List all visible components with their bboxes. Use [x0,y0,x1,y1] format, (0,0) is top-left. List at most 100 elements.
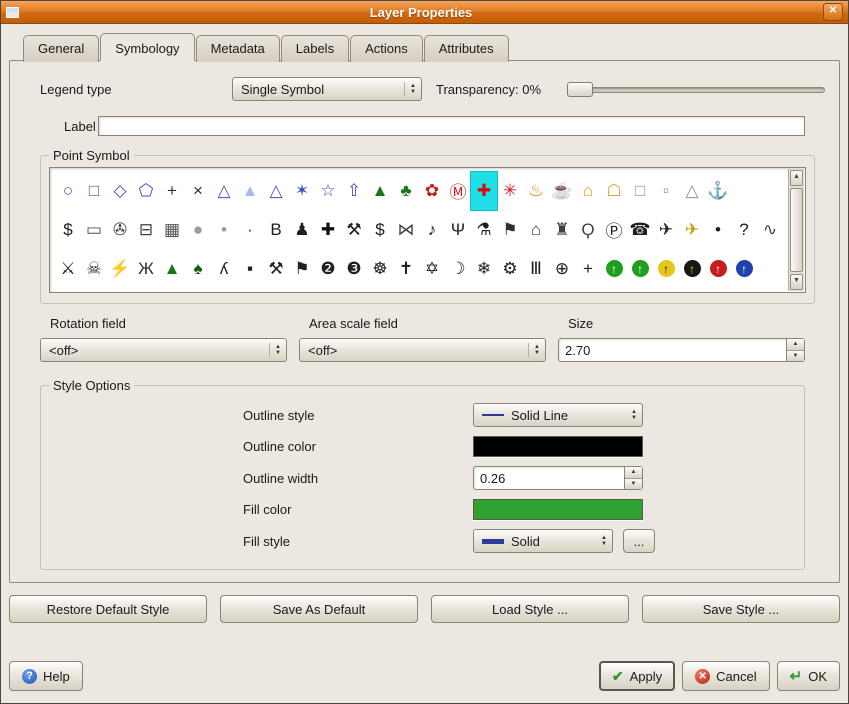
scroll-up-icon[interactable] [790,170,803,186]
symbol[interactable]: ✚ [315,211,341,249]
outline-color-button[interactable] [473,436,643,457]
symbol[interactable]: ⇧ [341,172,367,210]
symbol[interactable]: ↑ [705,250,731,288]
symbol[interactable]: ✳ [497,172,523,210]
symbol[interactable]: ♜ [549,211,575,249]
symbol[interactable]: ⚙ [497,250,523,288]
apply-button[interactable]: ✔ Apply [599,661,675,691]
tab-symbology[interactable]: Symbology [100,33,194,61]
symbol[interactable]: ✿ [419,172,445,210]
symbol[interactable]: ☠ [81,250,107,288]
symbol[interactable]: ▲ [159,250,185,288]
fill-style-combobox[interactable]: Solid [473,529,613,553]
symbol[interactable]: ⚗ [471,211,497,249]
load-style-button[interactable]: Load Style ... [431,595,629,623]
slider-handle[interactable] [567,82,593,97]
symbol[interactable]: ⌂ [575,172,601,210]
rotation-field-combobox[interactable]: <off> [40,338,287,362]
symbol[interactable]: ⚑ [289,250,315,288]
symbol[interactable]: ◇ [107,172,133,210]
close-icon[interactable]: ✕ [823,3,843,21]
symbol-scrollbar[interactable] [788,169,804,291]
transparency-slider[interactable] [567,81,829,97]
symbol[interactable]: ❸ [341,250,367,288]
symbol[interactable]: • [211,211,237,249]
symbol-selected[interactable]: ✚ [471,172,497,210]
fill-color-button[interactable] [473,499,643,520]
spin-down-icon[interactable] [787,350,804,362]
symbol[interactable]: □ [81,172,107,210]
symbol[interactable]: ✡ [419,250,445,288]
symbol[interactable]: ✝ [393,250,419,288]
symbol[interactable]: ⋈ [393,211,419,249]
symbol[interactable]: ⚒ [263,250,289,288]
symbol[interactable]: • [705,211,731,249]
tab-attributes[interactable]: Attributes [424,35,509,62]
symbol[interactable]: Ж [133,250,159,288]
symbol[interactable]: ☖ [601,172,627,210]
outline-style-combobox[interactable]: Solid Line [473,403,643,427]
spin-up-icon[interactable] [787,339,804,350]
symbol[interactable]: ✈ [653,211,679,249]
outline-width-value[interactable]: 0.26 [474,467,624,489]
symbol[interactable]: ∿ [757,211,783,249]
symbol[interactable]: △ [211,172,237,210]
symbol[interactable]: ⬠ [133,172,159,210]
save-as-default-button[interactable]: Save As Default [220,595,418,623]
symbol[interactable]: Ⓟ [601,211,627,249]
symbol[interactable]: ʎ [211,250,237,288]
symbol[interactable]: ☆ [315,172,341,210]
legend-type-combobox[interactable]: Single Symbol [232,77,422,101]
symbol[interactable]: ↑ [731,250,757,288]
symbol[interactable]: ✶ [289,172,315,210]
symbol[interactable]: B [263,211,289,249]
symbol[interactable]: Ⓜ [445,172,471,210]
symbol[interactable]: ☎ [627,211,653,249]
symbol[interactable]: ❄ [471,250,497,288]
ok-button[interactable]: ↵ OK [777,661,840,691]
tab-actions[interactable]: Actions [350,35,423,62]
symbol[interactable]: + [575,250,601,288]
symbol[interactable]: ⚒ [341,211,367,249]
symbol[interactable]: ♟ [289,211,315,249]
symbol[interactable]: ↑ [627,250,653,288]
spin-up-icon[interactable] [625,467,642,478]
symbol[interactable]: ♣ [393,172,419,210]
symbol[interactable]: △ [263,172,289,210]
symbol[interactable]: ⚡ [107,250,133,288]
symbol[interactable]: ☽ [445,250,471,288]
scrollbar-thumb[interactable] [790,188,803,272]
tab-metadata[interactable]: Metadata [196,35,280,62]
symbol[interactable]: □ [627,172,653,210]
symbol-picker[interactable]: ○□◇⬠+×△▲△✶☆⇧▲♣✿Ⓜ✚✳♨☕⌂☖□▫△⚓$▭✇⊟▦●•·B♟✚⚒$⋈… [49,167,806,293]
size-value[interactable]: 2.70 [559,339,786,361]
scroll-down-icon[interactable] [790,274,803,290]
symbol[interactable]: $ [367,211,393,249]
spin-down-icon[interactable] [625,478,642,490]
symbol[interactable]: ▭ [81,211,107,249]
size-spinbox[interactable]: 2.70 [558,338,805,362]
cancel-button[interactable]: ✕ Cancel [682,661,769,691]
slider-track[interactable] [567,87,825,93]
symbol[interactable]: ✇ [107,211,133,249]
symbol[interactable]: ▫ [653,172,679,210]
symbol[interactable]: ▦ [159,211,185,249]
symbol[interactable]: ⚔ [55,250,81,288]
symbol[interactable]: ⚓ [705,172,731,210]
symbol[interactable]: ⊟ [133,211,159,249]
restore-default-style-button[interactable]: Restore Default Style [9,595,207,623]
symbol[interactable]: ⌂ [523,211,549,249]
symbol[interactable]: · [237,211,263,249]
save-style-button[interactable]: Save Style ... [642,595,840,623]
symbol[interactable]: + [159,172,185,210]
symbol[interactable]: × [185,172,211,210]
symbol[interactable]: ▲ [237,172,263,210]
symbol[interactable]: ▲ [367,172,393,210]
symbol[interactable]: ♨ [523,172,549,210]
symbol[interactable]: ▪ [237,250,263,288]
symbol[interactable]: ❷ [315,250,341,288]
symbol[interactable]: ? [731,211,757,249]
symbol[interactable]: Ψ [445,211,471,249]
symbol[interactable]: ○ [55,172,81,210]
symbol[interactable]: ☕ [549,172,575,210]
